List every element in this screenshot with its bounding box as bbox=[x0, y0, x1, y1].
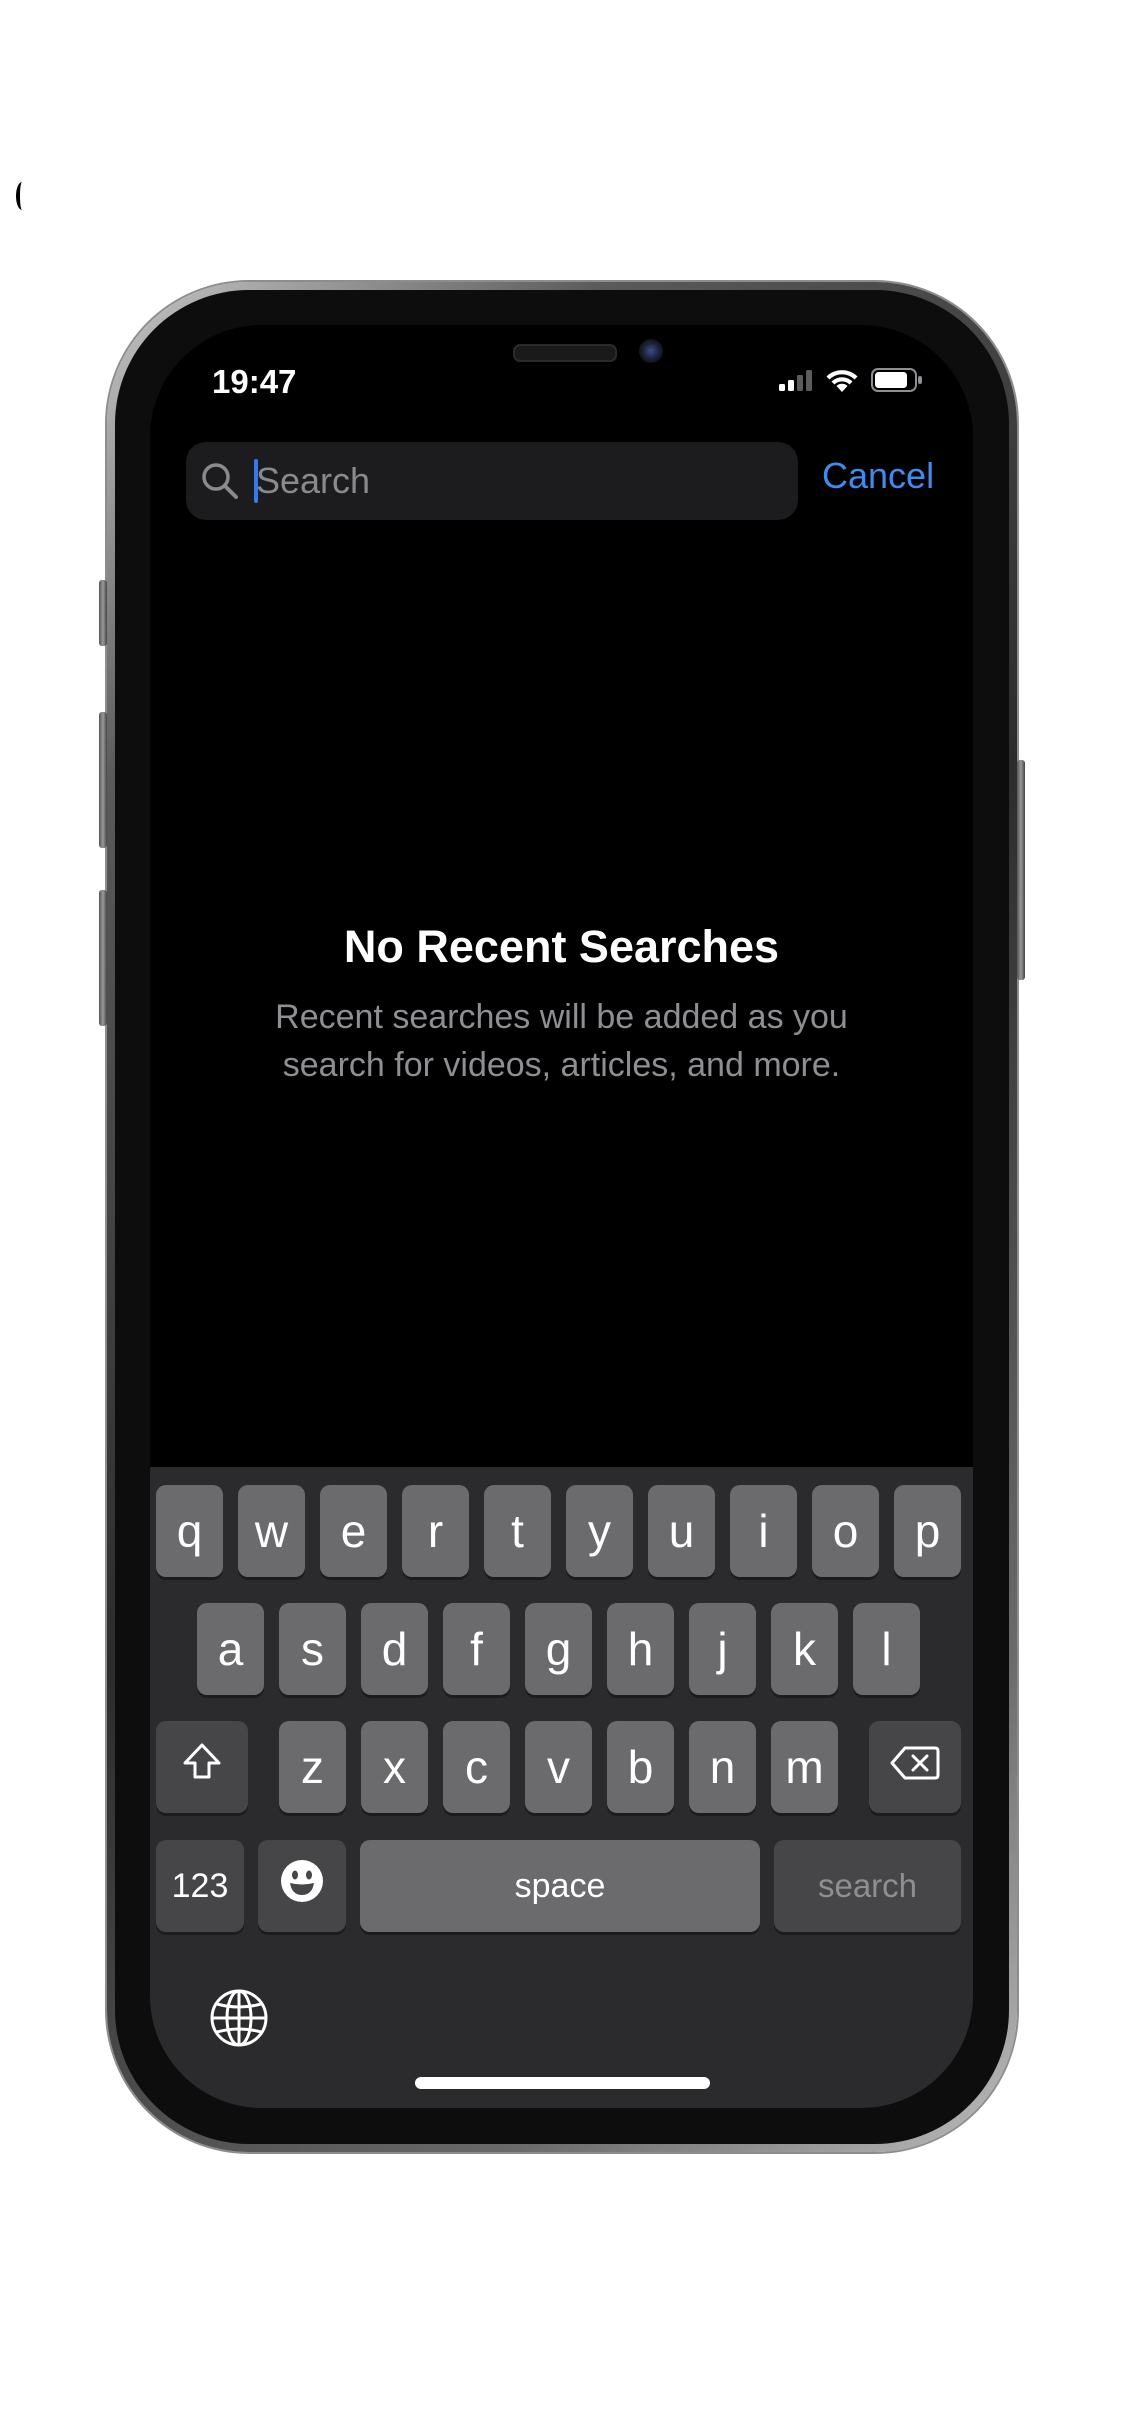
home-indicator[interactable] bbox=[415, 2077, 710, 2089]
key-a[interactable]: a bbox=[197, 1603, 264, 1695]
shift-key[interactable] bbox=[156, 1721, 248, 1813]
key-v[interactable]: v bbox=[525, 1721, 592, 1813]
cellular-signal-icon bbox=[779, 369, 813, 396]
key-y[interactable]: y bbox=[566, 1485, 633, 1577]
empty-state-description-text: Recent searches will be added as you sea… bbox=[275, 998, 848, 1084]
volume-up-button bbox=[99, 712, 107, 848]
empty-state-description: Recent searches will be added as you sea… bbox=[150, 993, 973, 1089]
battery-icon bbox=[871, 368, 923, 397]
search-field[interactable] bbox=[186, 442, 798, 520]
cancel-button[interactable]: Cancel bbox=[822, 455, 934, 497]
key-h[interactable]: h bbox=[607, 1603, 674, 1695]
emoji-icon bbox=[279, 1858, 325, 1915]
empty-state-title: No Recent Searches bbox=[343, 921, 780, 972]
key-j[interactable]: j bbox=[689, 1603, 756, 1695]
key-z[interactable]: z bbox=[279, 1721, 346, 1813]
numbers-key[interactable]: 123 bbox=[156, 1840, 244, 1932]
key-c[interactable]: c bbox=[443, 1721, 510, 1813]
power-button bbox=[1017, 760, 1025, 980]
globe-icon[interactable] bbox=[208, 1987, 270, 2054]
key-q[interactable]: q bbox=[156, 1485, 223, 1577]
key-b[interactable]: b bbox=[607, 1721, 674, 1813]
key-d[interactable]: d bbox=[361, 1603, 428, 1695]
delete-key[interactable] bbox=[869, 1721, 961, 1813]
delete-icon bbox=[889, 1740, 941, 1794]
earpiece-speaker bbox=[513, 344, 617, 362]
key-e[interactable]: e bbox=[320, 1485, 387, 1577]
key-g[interactable]: g bbox=[525, 1603, 592, 1695]
keyboard: q w e r t y u i o p a s d f g h j k l z … bbox=[150, 1467, 973, 2108]
volume-down-button bbox=[99, 890, 107, 1026]
key-s[interactable]: s bbox=[279, 1603, 346, 1695]
space-key[interactable]: space bbox=[360, 1840, 760, 1932]
key-l[interactable]: l bbox=[853, 1603, 920, 1695]
emoji-key[interactable] bbox=[258, 1840, 346, 1932]
key-p[interactable]: p bbox=[894, 1485, 961, 1577]
phone-screen: 19:47 Search Cancel No Recent Searches R… bbox=[150, 325, 973, 2108]
key-k[interactable]: k bbox=[771, 1603, 838, 1695]
key-f[interactable]: f bbox=[443, 1603, 510, 1695]
key-u[interactable]: u bbox=[648, 1485, 715, 1577]
search-icon bbox=[200, 461, 240, 506]
search-input[interactable] bbox=[256, 442, 776, 520]
key-i[interactable]: i bbox=[730, 1485, 797, 1577]
front-camera bbox=[639, 339, 663, 363]
search-key[interactable]: search bbox=[774, 1840, 961, 1932]
mute-switch bbox=[99, 580, 107, 646]
key-m[interactable]: m bbox=[771, 1721, 838, 1813]
stray-mark bbox=[16, 182, 28, 210]
shift-icon bbox=[180, 1740, 224, 1795]
status-time: 19:47 bbox=[212, 363, 297, 400]
wifi-icon bbox=[825, 367, 859, 398]
key-r[interactable]: r bbox=[402, 1485, 469, 1577]
key-t[interactable]: t bbox=[484, 1485, 551, 1577]
key-o[interactable]: o bbox=[812, 1485, 879, 1577]
key-w[interactable]: w bbox=[238, 1485, 305, 1577]
status-icons bbox=[779, 367, 923, 398]
key-n[interactable]: n bbox=[689, 1721, 756, 1813]
key-x[interactable]: x bbox=[361, 1721, 428, 1813]
